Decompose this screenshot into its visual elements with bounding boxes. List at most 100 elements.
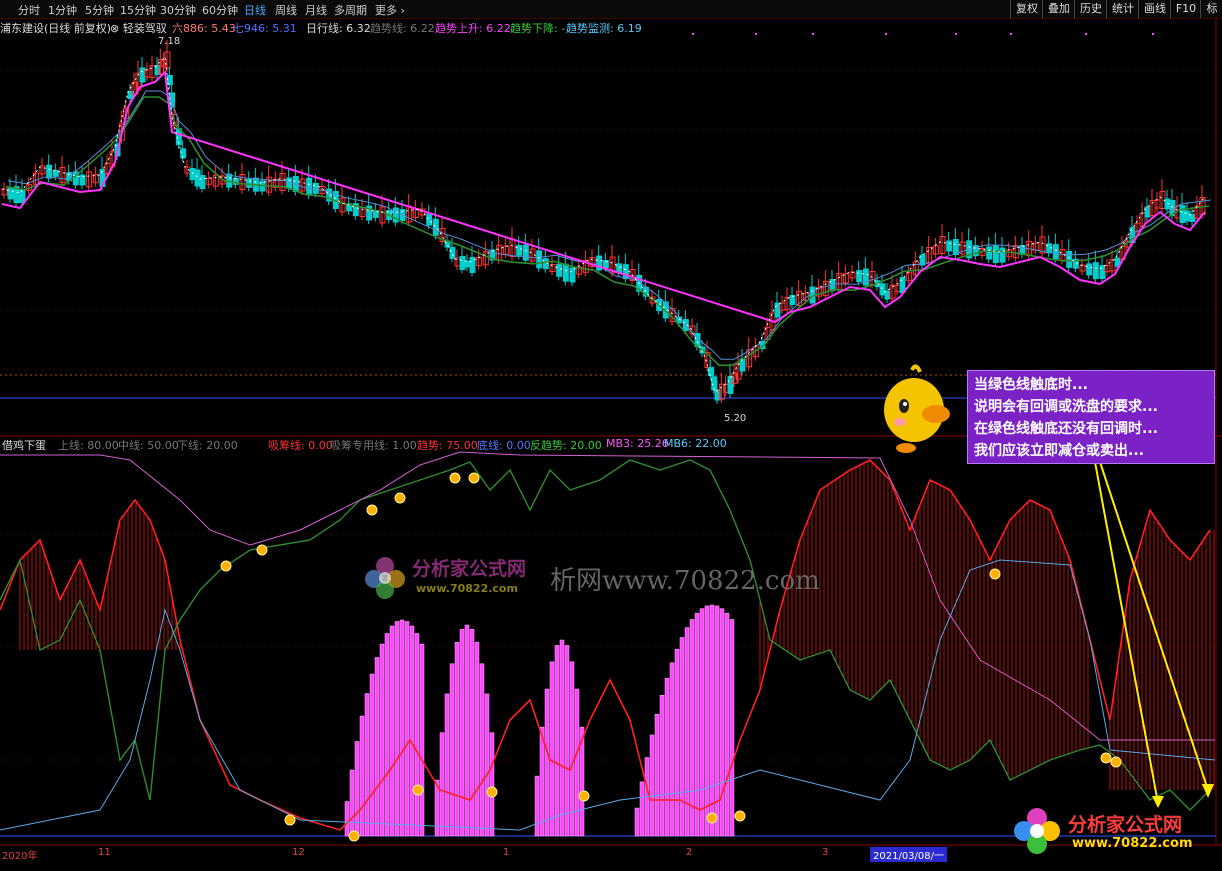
candle-body <box>707 367 714 377</box>
candle-body <box>536 250 543 269</box>
candle-body <box>999 247 1006 263</box>
histogram-bar <box>639 781 645 837</box>
candle-body <box>426 213 433 226</box>
watermark-brand: 分析家公式网 <box>412 558 527 580</box>
candle-body <box>246 178 253 188</box>
histogram-bar <box>634 807 640 837</box>
signal-dot-icon <box>1100 752 1112 764</box>
histogram-bar <box>679 637 685 837</box>
trend-up-line <box>1 69 1206 324</box>
axis-label-1: 11 <box>98 847 111 858</box>
marker-dot <box>1152 33 1154 35</box>
marker-dot <box>955 33 957 35</box>
candle-body <box>1052 244 1059 260</box>
date-axis: 2020年 11 12 1 2 3 2021/03/08/一 <box>0 846 1222 862</box>
histogram-bar <box>659 694 665 837</box>
histogram-bar <box>549 661 555 837</box>
candle-body <box>774 302 781 318</box>
ma-blue-line <box>7 90 1212 360</box>
candle-body <box>449 247 456 259</box>
marker-dot <box>812 33 814 35</box>
candle-body <box>459 256 466 270</box>
candle-body <box>7 187 14 200</box>
annotation-callout: 当绿色线触底时... 说明会有回调或洗盘的要求... 在绿色线触底还没有回调时.… <box>967 370 1215 464</box>
histogram-bar <box>699 608 705 837</box>
histogram-bar <box>569 661 575 837</box>
histogram-bar <box>674 648 680 837</box>
histogram-bar <box>694 612 700 837</box>
brand-logo-name: 分析家公式网 <box>1068 814 1183 836</box>
histogram-bar <box>454 641 460 837</box>
candle-body <box>189 168 196 180</box>
histogram-bar <box>574 688 580 837</box>
callout-line-0: 当绿色线触底时... <box>974 377 1088 393</box>
histogram-bar <box>364 693 370 837</box>
signal-dot-icon <box>412 784 424 796</box>
candle-body <box>306 177 313 196</box>
marker-dot <box>885 33 887 35</box>
candle-body <box>199 175 206 189</box>
high-price-label: 7.18 <box>158 36 181 47</box>
axis-label-6[interactable]: 2021/03/08/一 <box>870 847 948 862</box>
marker-dot <box>1085 33 1087 35</box>
axis-label-2: 12 <box>292 847 305 858</box>
candle-body <box>139 67 146 83</box>
histogram-bar <box>554 645 560 837</box>
candle-body <box>464 260 471 268</box>
signal-dot-icon <box>989 568 1001 580</box>
candle-body <box>884 290 891 300</box>
signal-dot-icon <box>486 786 498 798</box>
axis-label-4: 2 <box>686 847 693 858</box>
histogram-bar <box>444 693 450 837</box>
histogram-bar <box>719 608 725 837</box>
histogram-bar <box>464 624 470 837</box>
histogram-bar <box>539 726 545 837</box>
candle-body <box>194 169 201 187</box>
candle-body <box>516 244 523 256</box>
histogram-bar <box>729 619 735 837</box>
signal-dot-icon <box>256 544 268 556</box>
candle-body <box>946 240 953 252</box>
histogram-bar <box>534 775 540 837</box>
candle-body <box>952 239 959 255</box>
signal-dot-icon <box>284 814 296 826</box>
histogram-bar <box>354 741 360 837</box>
histogram-bar <box>544 688 550 837</box>
signal-dot-icon <box>468 472 480 484</box>
histogram-bar <box>409 625 415 837</box>
histogram-bar <box>394 621 400 837</box>
candle-body <box>180 148 187 159</box>
histogram-bar <box>559 639 565 837</box>
daily-line <box>1 55 1206 393</box>
histogram-bar <box>349 769 355 837</box>
histogram-bar <box>654 713 660 837</box>
candle-body <box>1189 214 1196 222</box>
histogram-bar <box>359 715 365 837</box>
candle-body <box>562 263 569 282</box>
duck-mascot-icon <box>884 364 950 453</box>
candle-body <box>856 270 863 282</box>
histogram-bar <box>484 693 490 837</box>
candle-body <box>1179 205 1186 223</box>
callout-line-3: 我们应该立即减仓或卖出... <box>974 443 1144 459</box>
histogram-bar <box>384 633 390 837</box>
histogram-bar <box>389 625 395 837</box>
histogram-bar <box>439 732 445 837</box>
histogram-bar <box>419 643 425 837</box>
low-price-label: 5.20 <box>724 413 747 424</box>
candle-body <box>1144 206 1151 218</box>
histogram-bar <box>704 605 710 837</box>
histogram-bar <box>489 732 495 837</box>
candle-body <box>992 245 999 263</box>
flower-logo-icon <box>365 557 405 599</box>
candle-body <box>1099 265 1106 279</box>
marker-dot <box>1010 33 1012 35</box>
mb6-line <box>0 559 1216 831</box>
candle-body <box>879 283 886 296</box>
marker-dot <box>755 33 757 35</box>
axis-label-3: 1 <box>503 847 510 858</box>
watermark-url: www.70822.com <box>416 582 518 595</box>
candle-body <box>569 267 576 283</box>
signal-dot-icon <box>734 810 746 822</box>
candle-body <box>862 268 869 286</box>
